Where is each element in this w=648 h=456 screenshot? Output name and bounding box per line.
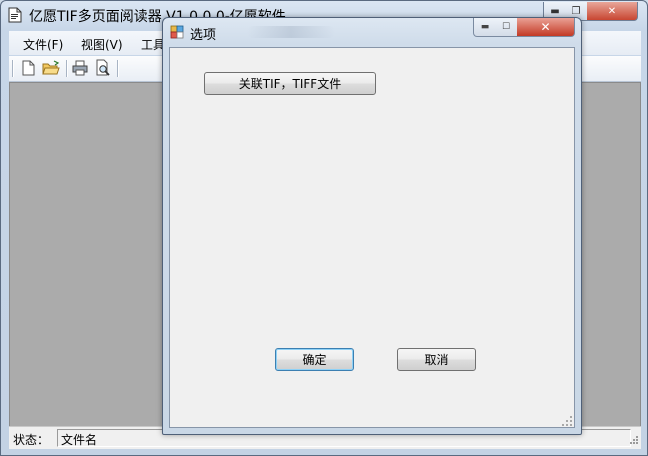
resize-grip-icon[interactable] (627, 435, 639, 447)
minimize-icon: ▬ (550, 5, 560, 17)
status-label: 状态： (13, 433, 50, 447)
app-document-icon (8, 7, 22, 23)
dialog-content: 关联TIF，TIFF文件 确定 取消 (169, 47, 575, 428)
toolbar-separator (66, 60, 67, 77)
toolbar-grip (12, 60, 13, 77)
menu-file[interactable]: 文件(F) (23, 36, 63, 53)
new-file-icon[interactable] (19, 59, 37, 77)
cancel-button[interactable]: 取消 (397, 348, 476, 371)
dialog-close-button[interactable]: ✕ (517, 18, 575, 37)
associate-tif-button[interactable]: 关联TIF，TIFF文件 (204, 72, 376, 95)
title-glass-blur (247, 26, 335, 38)
restore-icon: ❐ (571, 5, 581, 17)
toolbar-separator (117, 60, 118, 77)
status-filename: 文件名 (61, 433, 98, 447)
maximize-icon: ☐ (501, 22, 511, 32)
dialog-title: 选项 (190, 28, 217, 43)
ok-button[interactable]: 确定 (275, 348, 354, 371)
print-icon[interactable] (71, 59, 89, 77)
resize-grip-icon[interactable] (562, 416, 572, 426)
close-icon: ✕ (607, 5, 617, 17)
dialog-maximize-button[interactable]: ☐ (495, 18, 518, 37)
close-button[interactable]: ✕ (587, 2, 638, 21)
minimize-icon: ▬ (480, 22, 490, 32)
options-dialog: 选项 ▬ ☐ ✕ 关联TIF，TIFF文件 确定 取消 (162, 17, 582, 435)
dialog-minimize-button[interactable]: ▬ (473, 18, 497, 37)
print-preview-icon[interactable] (94, 59, 112, 77)
close-icon: ✕ (540, 20, 551, 34)
open-folder-icon[interactable] (42, 59, 60, 77)
menu-view[interactable]: 视图(V) (81, 36, 123, 53)
app-icon (170, 25, 184, 39)
